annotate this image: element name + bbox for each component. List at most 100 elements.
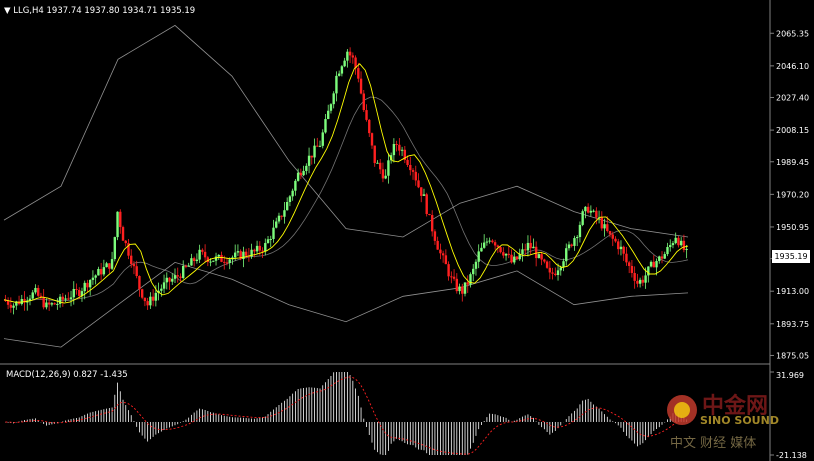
- candle-body: [376, 162, 379, 164]
- candle-body: [373, 145, 376, 164]
- candle-body: [575, 236, 579, 239]
- candle-body: [154, 292, 158, 301]
- candle-body: [630, 265, 634, 273]
- candle-body: [439, 249, 442, 254]
- candle-body: [212, 260, 215, 262]
- candle-body: [143, 297, 147, 302]
- candle-body: [351, 55, 355, 58]
- candle-body: [608, 230, 612, 235]
- candle-body: [641, 279, 645, 283]
- candle-body: [504, 253, 508, 256]
- candle-body: [160, 288, 163, 291]
- candle-body: [551, 272, 554, 274]
- candle-body: [321, 132, 324, 146]
- candle-body: [203, 251, 207, 258]
- price-tick-label: 1913.00: [776, 287, 809, 296]
- candle-body: [425, 194, 428, 214]
- candle-body: [310, 155, 313, 158]
- candle-body: [56, 303, 59, 305]
- candle-body: [518, 254, 521, 260]
- candle-body: [277, 215, 281, 222]
- candle-body: [291, 190, 294, 197]
- candle-body: [510, 254, 513, 263]
- watermark-slogan: 中文 财经 媒体: [670, 436, 757, 451]
- candle-body: [340, 66, 344, 74]
- candle-body: [625, 253, 628, 263]
- candle-body: [496, 245, 500, 248]
- candle-body: [146, 301, 149, 306]
- price-tick-label: 2008.15: [776, 126, 809, 135]
- candle-body: [296, 172, 300, 181]
- candle-body: [113, 237, 117, 260]
- candle-body: [400, 149, 404, 151]
- candle-body: [58, 296, 62, 304]
- candle-body: [543, 259, 546, 262]
- candle-body: [502, 252, 505, 256]
- candle-body: [627, 262, 631, 266]
- candle-body: [589, 210, 593, 213]
- candle-body: [261, 250, 264, 252]
- candle-body: [677, 237, 680, 246]
- candle-body: [97, 268, 100, 276]
- candle-body: [499, 247, 502, 253]
- candle-body: [132, 264, 136, 267]
- candle-body: [586, 206, 590, 213]
- candle-body: [422, 194, 426, 196]
- candle-body: [362, 93, 365, 111]
- candle-body: [515, 256, 519, 260]
- candle-body: [280, 215, 283, 217]
- candle-body: [537, 254, 541, 259]
- candle-body: [283, 210, 286, 217]
- candle-body: [176, 275, 179, 277]
- candle-body: [633, 272, 636, 281]
- candle-body: [540, 254, 543, 260]
- candle-body: [474, 261, 478, 269]
- candle-body: [69, 297, 73, 299]
- candle-body: [305, 165, 308, 171]
- candle-body: [233, 252, 237, 258]
- candle-body: [507, 253, 510, 255]
- dropdown-triangle-icon[interactable]: ▼: [4, 6, 11, 16]
- candle-body: [663, 254, 666, 259]
- candle-body: [236, 251, 240, 253]
- candle-body: [220, 254, 223, 262]
- candle-body: [294, 180, 297, 191]
- candle-body: [578, 224, 582, 237]
- candle-body: [39, 295, 43, 297]
- price-tick-label: 2046.10: [776, 62, 809, 71]
- candle-body: [649, 261, 653, 267]
- candle-body: [72, 288, 75, 298]
- candle-body: [584, 206, 587, 212]
- candle-body: [619, 246, 623, 250]
- candle-body: [242, 251, 245, 260]
- symbol-header: ▼ LLG,H4 1937.74 1937.80 1934.71 1935.19: [4, 6, 195, 16]
- candle-body: [343, 60, 346, 67]
- candle-body: [682, 240, 686, 250]
- candle-body: [275, 221, 278, 228]
- candle-body: [638, 279, 642, 284]
- candle-body: [99, 268, 103, 275]
- candle-body: [559, 267, 562, 271]
- candle-body: [37, 287, 40, 296]
- price-tick-label: 2027.40: [776, 94, 809, 103]
- candle-body: [329, 104, 333, 111]
- candle-body: [671, 243, 675, 246]
- last-price-tag: 1935.19: [772, 250, 810, 263]
- candle-body: [409, 164, 412, 171]
- candle-body: [50, 303, 54, 305]
- candle-body: [433, 231, 437, 241]
- chart-background: [0, 0, 770, 461]
- candle-body: [332, 93, 335, 105]
- candle-body: [480, 247, 483, 252]
- candle-body: [617, 241, 620, 250]
- candle-body: [307, 155, 311, 166]
- candle-body: [381, 169, 385, 179]
- candle-body: [337, 73, 341, 76]
- candle-body: [12, 305, 15, 308]
- ohlc-values: 1937.74 1937.80 1934.71 1935.19: [46, 6, 196, 16]
- candle-body: [201, 249, 204, 252]
- candle-body: [272, 227, 275, 239]
- candle-body: [669, 245, 672, 248]
- candle-body: [9, 304, 13, 308]
- candle-body: [611, 234, 614, 239]
